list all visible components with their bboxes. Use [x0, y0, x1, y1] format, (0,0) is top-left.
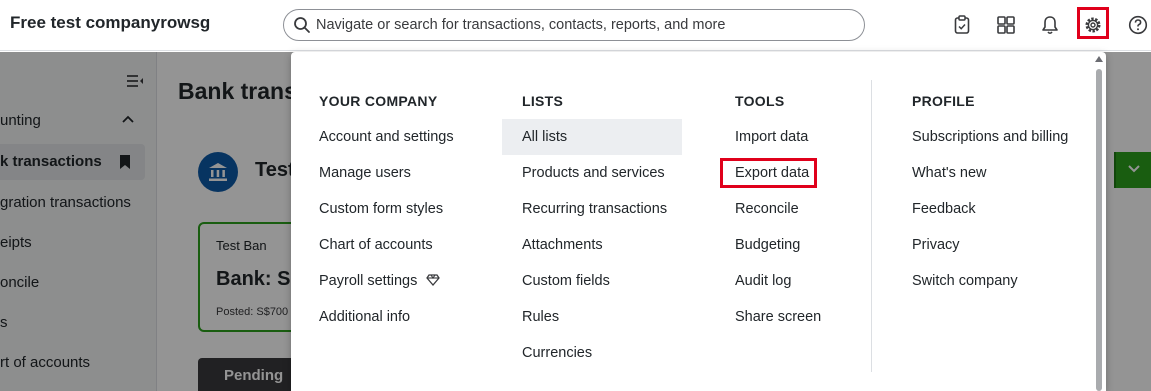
search-icon	[294, 17, 310, 33]
menu-account-and-settings[interactable]: Account and settings	[319, 129, 454, 145]
menu-custom-form-styles[interactable]: Custom form styles	[319, 201, 443, 217]
global-search[interactable]	[283, 9, 865, 41]
clipboard-icon[interactable]	[950, 13, 974, 37]
menu-import-data[interactable]: Import data	[735, 129, 808, 145]
search-input[interactable]	[316, 10, 856, 40]
menu-scrollbar[interactable]	[1094, 56, 1104, 391]
menu-switch-company[interactable]: Switch company	[912, 273, 1018, 289]
menu-share-screen[interactable]: Share screen	[735, 309, 821, 325]
menu-subscriptions-and-billing[interactable]: Subscriptions and billing	[912, 129, 1068, 145]
lists-heading: LISTS	[522, 93, 564, 109]
apps-icon[interactable]	[994, 13, 1018, 37]
your-company-heading: YOUR COMPANY	[319, 93, 438, 109]
menu-privacy[interactable]: Privacy	[912, 237, 960, 253]
top-bar: Free test companyrowsg	[0, 0, 1151, 51]
menu-manage-users[interactable]: Manage users	[319, 165, 411, 181]
profile-heading: PROFILE	[912, 93, 975, 109]
menu-recurring-transactions[interactable]: Recurring transactions	[522, 201, 667, 217]
menu-chart-of-accounts[interactable]: Chart of accounts	[319, 237, 433, 253]
menu-currencies[interactable]: Currencies	[522, 345, 592, 361]
scrollbar-thumb[interactable]	[1096, 69, 1102, 391]
menu-products-and-services[interactable]: Products and services	[522, 165, 665, 181]
help-icon[interactable]	[1126, 13, 1150, 37]
menu-audit-log[interactable]: Audit log	[735, 273, 791, 289]
menu-attachments[interactable]: Attachments	[522, 237, 603, 253]
company-name[interactable]: Free test companyrowsg	[10, 13, 210, 33]
menu-additional-info[interactable]: Additional info	[319, 309, 410, 325]
menu-payroll-settings[interactable]: Payroll settings	[319, 273, 441, 289]
menu-divider	[871, 80, 872, 372]
menu-custom-fields[interactable]: Custom fields	[522, 273, 610, 289]
gear-highlight-box	[1077, 7, 1109, 39]
gear-menu: YOUR COMPANY Account and settings Manage…	[291, 52, 1106, 391]
premium-diamond-icon	[426, 274, 441, 286]
menu-rules[interactable]: Rules	[522, 309, 559, 325]
menu-feedback[interactable]: Feedback	[912, 201, 976, 217]
tools-heading: TOOLS	[735, 93, 785, 109]
menu-budgeting[interactable]: Budgeting	[735, 237, 800, 253]
menu-whats-new[interactable]: What's new	[912, 165, 987, 181]
menu-payroll-settings-label: Payroll settings	[319, 273, 418, 289]
menu-reconcile[interactable]: Reconcile	[735, 201, 799, 217]
scroll-up-arrow-icon[interactable]	[1095, 56, 1103, 62]
bell-icon[interactable]	[1038, 13, 1062, 37]
export-data-highlight-box	[720, 158, 817, 188]
menu-all-lists[interactable]: All lists	[522, 129, 567, 145]
